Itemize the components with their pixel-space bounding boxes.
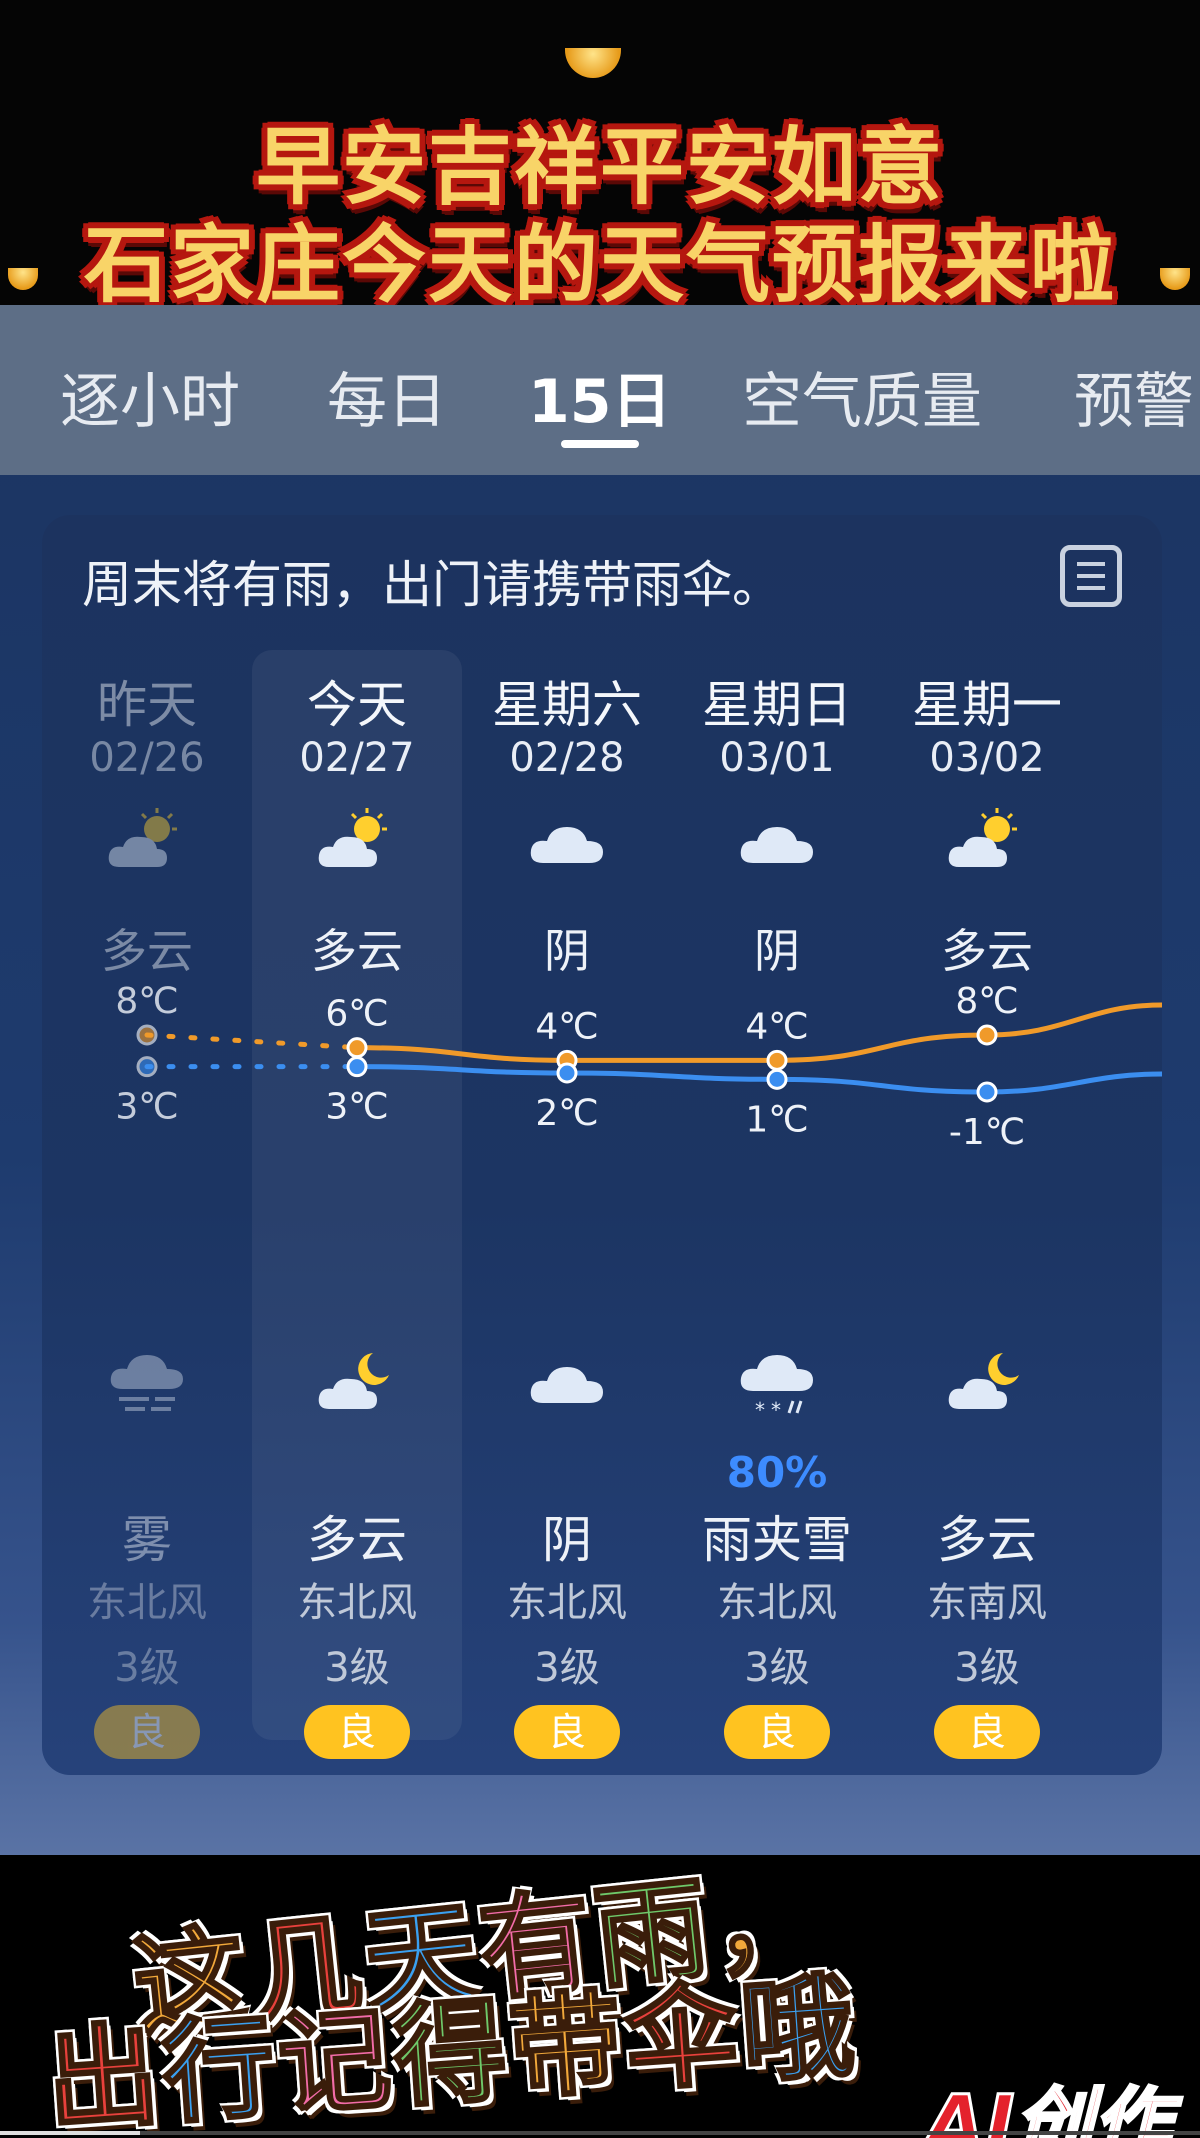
forecast-card: 周末将有雨，出门请携带雨伞。 昨天 02/26 多云雾东北风 3级良今天 02/27 多云…: [42, 515, 1162, 1775]
low-temp-line: [356, 1064, 1162, 1095]
low-temp-point: [976, 1081, 998, 1103]
low-temp-point: [556, 1062, 578, 1084]
high-temp-point: [346, 1037, 368, 1059]
temperature-chart: 8℃ 6℃ 4℃ 4℃ 8℃ 3℃ 3℃ 2℃ 1℃ -1℃: [115, 981, 1162, 1153]
low-temp-point: [136, 1056, 158, 1078]
low-temp-label: 3℃: [115, 1087, 178, 1128]
temp-line-past-segment: [144, 1032, 360, 1051]
tab-air-quality[interactable]: 空气质量: [742, 353, 982, 440]
top-banner: 早安吉祥平安如意 石家庄今天的天气预报来啦: [0, 0, 1200, 314]
high-temp-point: [976, 1024, 998, 1046]
high-temp-label: 6℃: [325, 994, 388, 1035]
video-progress-bar[interactable]: [0, 2128, 1200, 2138]
sticker-char: 记: [273, 1992, 401, 2133]
sticker-char: 哦: [735, 1960, 863, 2101]
low-temp-label: -1℃: [949, 1112, 1025, 1153]
tab-daily[interactable]: 每日: [327, 353, 447, 440]
low-temp-label: 1℃: [745, 1099, 808, 1140]
sticker-char: 得: [388, 1984, 516, 2125]
low-temp-point: [346, 1056, 368, 1078]
weather-app: 逐小时 每日 15日 空气质量 预警 周末将有雨，出门请携带雨伞。 昨天 02/2…: [0, 305, 1200, 1855]
tab-hourly[interactable]: 逐小时: [60, 353, 240, 440]
sticker-char: 行: [157, 2000, 285, 2138]
high-temp-point: [766, 1049, 788, 1071]
high-temp-label: 4℃: [745, 1006, 808, 1047]
sticker-char: 带: [504, 1976, 632, 2117]
high-temp-label: 8℃: [955, 981, 1018, 1022]
active-tab-indicator: [561, 440, 639, 448]
low-temp-label: 3℃: [325, 1087, 388, 1128]
brand-logo: AI创作: [923, 2079, 1171, 2138]
tab-bar: 逐小时 每日 15日 空气质量 预警: [0, 305, 1200, 475]
tab-warning[interactable]: 预警: [1074, 353, 1194, 440]
high-temp-label: 4℃: [535, 1006, 598, 1047]
high-temp-point: [136, 1024, 158, 1046]
gold-ingot-icon: [565, 48, 621, 78]
banner-title-line2: 石家庄今天的天气预报来啦: [83, 216, 1116, 314]
sticker-char: 出: [41, 2008, 169, 2138]
low-temp-point: [766, 1068, 788, 1090]
tab-15-day[interactable]: 15日: [528, 353, 672, 440]
sticker-char: 伞: [620, 1968, 748, 2109]
low-temp-label: 2℃: [535, 1093, 598, 1134]
high-temp-label: 8℃: [115, 981, 178, 1022]
